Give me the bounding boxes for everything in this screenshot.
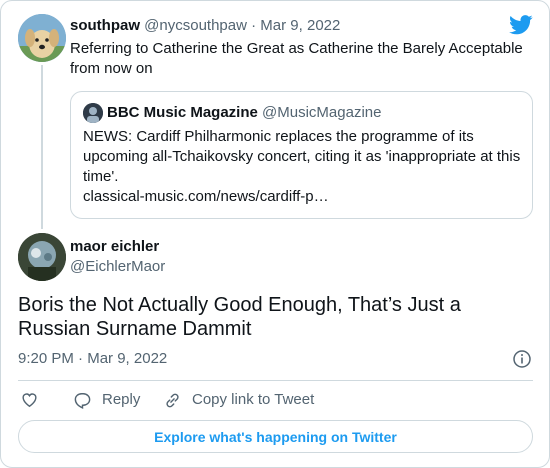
main-tweet-text: Boris the Not Actually Good Enough, That… <box>18 294 461 340</box>
explore-twitter-button[interactable]: Explore what's happening on Twitter <box>18 420 533 453</box>
main-tweet-timestamp[interactable]: 9:20 PM · Mar 9, 2022 <box>18 349 167 369</box>
link-icon <box>166 393 179 407</box>
southpaw-avatar[interactable] <box>18 14 66 62</box>
parent-date[interactable]: Mar 9, 2022 <box>260 17 340 34</box>
parent-separator: · <box>251 17 257 34</box>
quoted-tweet-header: BBC Music Magazine @MusicMagazine <box>83 103 381 123</box>
parent-tweet-text: Referring to Catherine the Great as Cath… <box>70 40 523 77</box>
quoted-author-name: BBC Music Magazine <box>107 104 258 121</box>
tweet-embed-card: southpaw @nycsouthpaw · Mar 9, 2022 Refe… <box>0 0 550 468</box>
quoted-author-handle: @MusicMagazine <box>262 104 382 121</box>
copy-link-button[interactable]: Copy link to Tweet <box>163 390 314 410</box>
quoted-tweet-link[interactable]: classical-music.com/news/cardiff-p… <box>83 187 523 207</box>
divider <box>18 380 533 381</box>
info-icon[interactable] <box>513 350 531 368</box>
bbc-music-avatar <box>83 103 103 123</box>
like-button[interactable] <box>20 390 49 409</box>
quoted-tweet[interactable]: BBC Music Magazine @MusicMagazine NEWS: … <box>70 91 533 219</box>
twitter-bird-icon[interactable] <box>509 15 533 35</box>
reply-button[interactable]: Reply <box>73 390 140 410</box>
parent-author-name[interactable]: southpaw <box>70 17 140 34</box>
reply-icon <box>74 392 91 409</box>
parent-tweet-header: southpaw @nycsouthpaw · Mar 9, 2022 <box>70 16 340 36</box>
heart-icon <box>22 393 37 408</box>
main-author-handle[interactable]: @EichlerMaor <box>70 257 165 277</box>
quoted-tweet-body: NEWS: Cardiff Philharmonic replaces the … <box>83 127 523 207</box>
quoted-tweet-text: NEWS: Cardiff Philharmonic replaces the … <box>83 128 521 185</box>
main-author-name[interactable]: maor eichler <box>70 237 159 257</box>
copy-link-label: Copy link to Tweet <box>192 391 315 408</box>
parent-author-handle[interactable]: @nycsouthpaw <box>144 17 247 34</box>
main-tweet-separator: · <box>78 350 84 367</box>
maor-eichler-avatar[interactable] <box>18 233 66 281</box>
reply-label: Reply <box>102 391 141 408</box>
main-tweet-date: Mar 9, 2022 <box>87 350 168 367</box>
thread-connector-line <box>41 65 43 229</box>
main-tweet-time: 9:20 PM <box>18 350 74 367</box>
